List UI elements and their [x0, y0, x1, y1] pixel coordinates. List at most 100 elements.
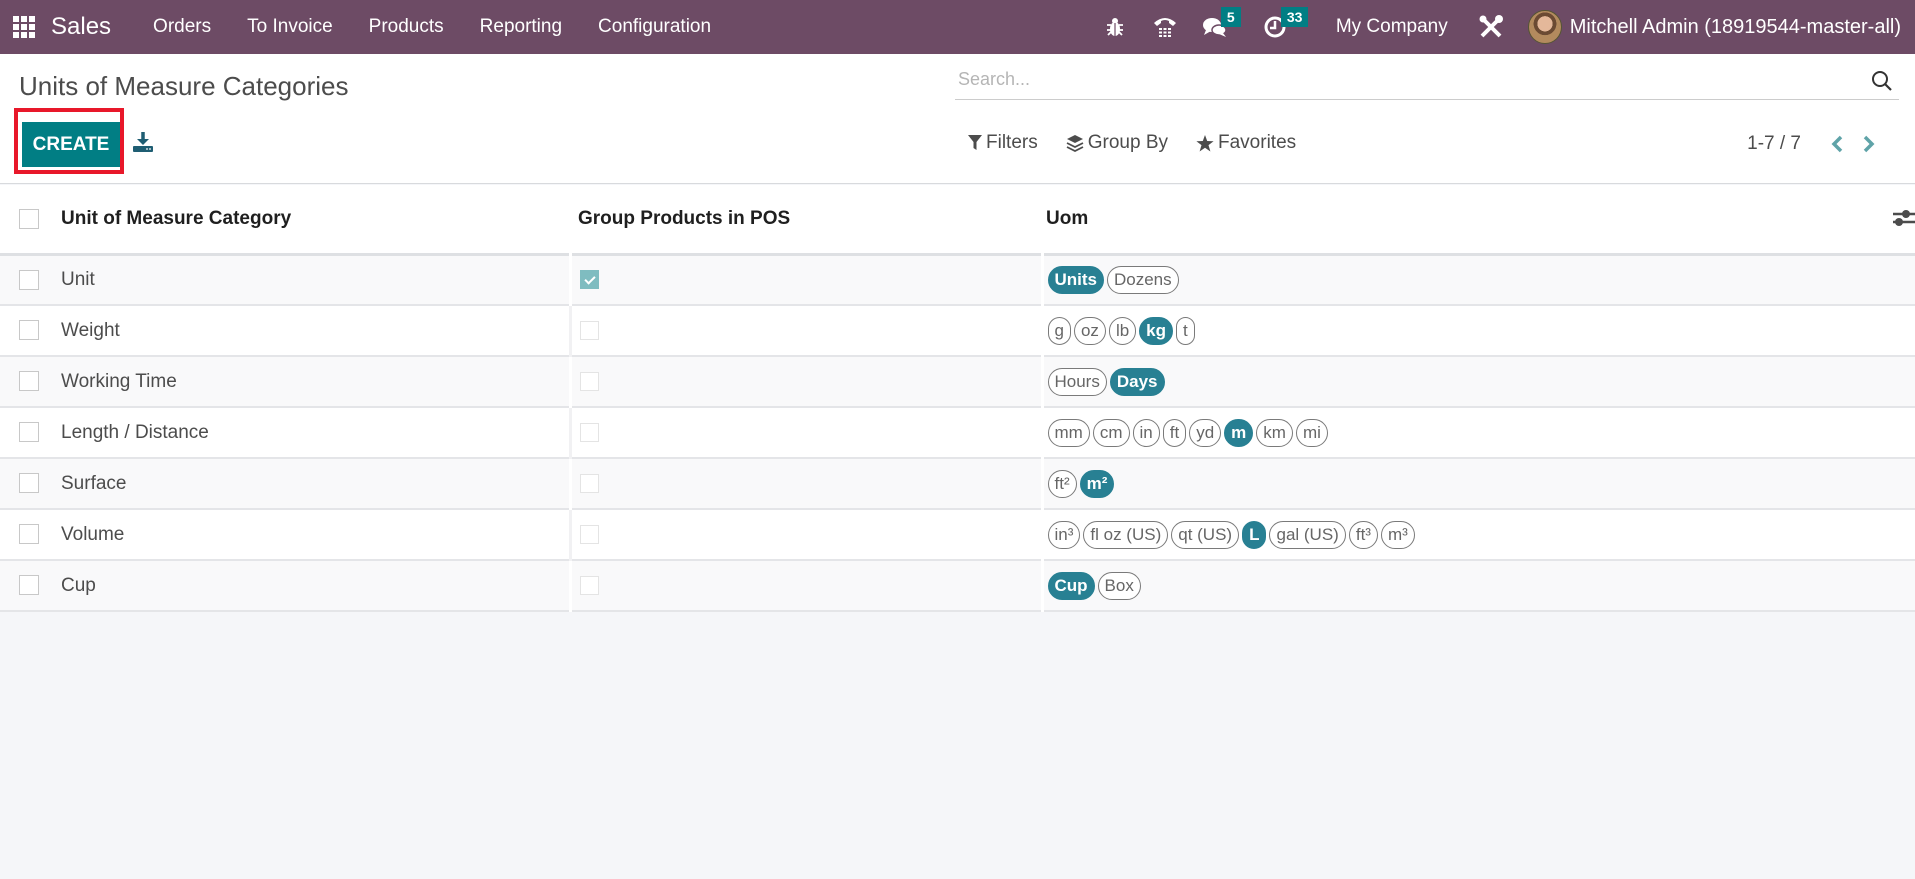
app-name[interactable]: Sales: [51, 13, 111, 41]
uom-tag-reference: Cup: [1047, 571, 1095, 600]
apps-grid-icon[interactable]: [13, 16, 35, 38]
create-highlight-box: CREATE: [14, 108, 124, 174]
group-by-dropdown[interactable]: Group By: [1066, 132, 1168, 154]
select-all-checkbox[interactable]: [19, 208, 39, 229]
table-row[interactable]: Working Time Hours Days: [0, 356, 1915, 407]
group-pos-cell: [568, 509, 1042, 560]
phone-icon[interactable]: [1140, 0, 1190, 54]
group-pos-cell: [568, 305, 1042, 356]
uom-tag: km: [1256, 418, 1293, 447]
row-checkbox[interactable]: [19, 371, 39, 392]
company-switcher[interactable]: My Company: [1318, 16, 1466, 38]
control-panel: Units of Measure Categories CREATE Filte…: [0, 54, 1915, 184]
category-name-cell[interactable]: Weight: [61, 305, 570, 356]
uom-tag: ft³: [1348, 520, 1378, 549]
menu-to-invoice[interactable]: To Invoice: [229, 16, 351, 38]
row-checkbox[interactable]: [19, 473, 39, 494]
uom-tag: mi: [1295, 418, 1328, 447]
uom-tags-cell: ft² m²: [1040, 458, 1915, 509]
clock-icon[interactable]: 33: [1250, 0, 1309, 54]
uom-tag-reference: kg: [1139, 316, 1174, 345]
select-all-cell: [0, 185, 61, 254]
uom-tag: qt (US): [1171, 520, 1240, 549]
uom-category-table: Unit of Measure Category Group Products …: [0, 185, 1915, 612]
uom-tag-list: Units Dozens: [1047, 265, 1915, 294]
row-checkbox[interactable]: [19, 524, 39, 545]
group-pos-checkbox-checked: [579, 270, 599, 290]
uom-tag-list: Cup Box: [1047, 571, 1915, 600]
page-title: Units of Measure Categories: [19, 71, 349, 101]
optional-columns-icon[interactable]: [1891, 207, 1915, 235]
group-pos-checkbox: [579, 524, 599, 544]
uom-tag-list: ft² m²: [1047, 469, 1915, 498]
row-checkbox[interactable]: [19, 575, 39, 596]
uom-tag: oz: [1073, 316, 1106, 345]
uom-tag: ft: [1162, 418, 1187, 447]
messages-count-badge: 5: [1220, 7, 1241, 27]
row-select-cell: [0, 305, 61, 356]
pager: 1-7 / 7: [1747, 132, 1885, 156]
row-checkbox[interactable]: [19, 422, 39, 443]
user-name: Mitchell Admin (18919544-master-all): [1569, 15, 1901, 38]
uom-tag: mm: [1047, 418, 1090, 447]
uom-tag: Hours: [1047, 367, 1107, 396]
pager-next-icon[interactable]: [1853, 132, 1885, 156]
group-pos-checkbox: [579, 422, 599, 442]
category-name-cell[interactable]: Cup: [61, 560, 570, 611]
row-select-cell: [0, 560, 61, 611]
category-name-cell[interactable]: Working Time: [61, 356, 570, 407]
row-checkbox[interactable]: [19, 269, 39, 290]
row-checkbox[interactable]: [19, 320, 39, 341]
group-pos-cell: [568, 254, 1042, 305]
create-button[interactable]: CREATE: [22, 122, 120, 167]
group-pos-cell: [568, 458, 1042, 509]
menu-configuration[interactable]: Configuration: [580, 16, 729, 38]
search-icon[interactable]: [1871, 70, 1893, 97]
column-header-uom[interactable]: Uom: [1042, 185, 1915, 254]
avatar: [1527, 10, 1562, 44]
table-header-row: Unit of Measure Category Group Products …: [0, 185, 1915, 254]
favorites-dropdown[interactable]: Favorites: [1196, 132, 1296, 154]
uom-tag-list: in³ fl oz (US) qt (US) Lgal (US) ft³ m³: [1047, 520, 1915, 549]
category-name-cell[interactable]: Surface: [61, 458, 570, 509]
table-row[interactable]: Cup Cup Box: [0, 560, 1915, 611]
group-pos-cell: [568, 407, 1042, 458]
column-header-category[interactable]: Unit of Measure Category: [61, 185, 570, 254]
filters-dropdown[interactable]: Filters: [968, 132, 1038, 154]
uom-tags-cell: in³ fl oz (US) qt (US) Lgal (US) ft³ m³: [1040, 509, 1915, 560]
menu-orders[interactable]: Orders: [135, 16, 229, 38]
uom-tag: in³: [1047, 520, 1081, 549]
category-name-cell[interactable]: Volume: [61, 509, 570, 560]
chat-icon[interactable]: 5: [1190, 0, 1241, 54]
category-name-cell[interactable]: Unit: [61, 254, 570, 305]
group-pos-checkbox: [579, 575, 599, 595]
filter-icon: [968, 135, 982, 150]
uom-tag-list: Hours Days: [1047, 367, 1915, 396]
menu-reporting[interactable]: Reporting: [462, 16, 580, 38]
uom-tag-reference: Days: [1109, 367, 1165, 396]
row-select-cell: [0, 458, 61, 509]
uom-tag: g: [1047, 316, 1071, 345]
download-icon[interactable]: [132, 131, 156, 155]
table-row[interactable]: Weight g oz lb kg t: [0, 305, 1915, 356]
uom-tag-reference: m²: [1079, 469, 1115, 498]
table-row[interactable]: Volume in³ fl oz (US) qt (US) Lgal (US) ft³ m³: [0, 509, 1915, 560]
pager-value[interactable]: 1-7 / 7: [1747, 133, 1801, 155]
tools-icon[interactable]: [1466, 0, 1516, 54]
table-body: Unit Units Dozens Weight g oz lb kg t Working Tim…: [0, 254, 1915, 611]
column-header-group-pos[interactable]: Group Products in POS: [570, 185, 1042, 254]
pager-previous-icon[interactable]: [1821, 132, 1853, 156]
search-input[interactable]: [955, 60, 1899, 98]
table-row[interactable]: Length / Distance mm cm in ft yd m km mi: [0, 407, 1915, 458]
bug-icon[interactable]: [1090, 0, 1140, 54]
category-name-cell[interactable]: Length / Distance: [61, 407, 570, 458]
uom-tags-cell: mm cm in ft yd m km mi: [1040, 407, 1915, 458]
user-menu[interactable]: Mitchell Admin (18919544-master-all): [1527, 10, 1915, 44]
table-row[interactable]: Unit Units Dozens: [0, 254, 1915, 305]
row-select-cell: [0, 356, 61, 407]
uom-tag-reference: m: [1224, 418, 1254, 447]
list-view: Unit of Measure Category Group Products …: [0, 185, 1915, 612]
menu-products[interactable]: Products: [351, 16, 462, 38]
uom-tag: cm: [1092, 418, 1130, 447]
table-row[interactable]: Surface ft² m²: [0, 458, 1915, 509]
